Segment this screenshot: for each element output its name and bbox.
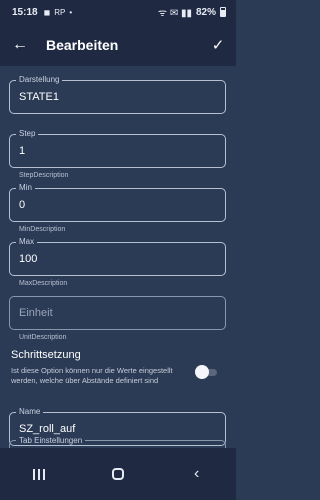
step-helper: StepDescription — [19, 172, 69, 179]
max-field[interactable]: Max 100 — [9, 237, 226, 276]
tab-settings-label: Tab Einstellungen — [16, 436, 86, 445]
notification-icon-1: ◼ — [43, 7, 51, 17]
form-content: Darstellung STATE1 Step 1 StepDescriptio… — [0, 66, 236, 448]
name-value[interactable]: SZ_roll_auf — [19, 423, 214, 435]
schrittsetzung-toggle[interactable] — [195, 365, 217, 379]
home-icon — [111, 468, 124, 480]
notification-icon-3: • — [69, 7, 73, 17]
einheit-field[interactable]: Einheit — [9, 296, 226, 330]
min-field[interactable]: Min 0 — [9, 183, 226, 222]
einheit-placeholder[interactable]: Einheit — [19, 307, 214, 319]
min-value[interactable]: 0 — [19, 199, 214, 211]
darstellung-value[interactable]: STATE1 — [19, 91, 214, 103]
page-title: Bearbeiten — [46, 37, 119, 53]
app-bar: ← Bearbeiten ✓ — [0, 24, 236, 66]
recent-apps-icon — [33, 468, 46, 480]
step-label: Step — [16, 129, 39, 138]
notification-icon-2: RP — [54, 7, 66, 17]
step-field[interactable]: Step 1 — [9, 129, 226, 168]
max-value[interactable]: 100 — [19, 253, 214, 265]
darstellung-label: Darstellung — [16, 75, 63, 84]
einheit-helper: UnitDescription — [19, 334, 67, 341]
tab-settings-field[interactable]: Tab Einstellungen — [9, 436, 226, 448]
darstellung-field[interactable]: Darstellung STATE1 — [9, 75, 226, 114]
system-nav-bar: ‹ — [0, 448, 236, 500]
battery-percent: 82% — [195, 6, 216, 18]
min-label: Min — [16, 183, 35, 192]
confirm-check-icon[interactable]: ✓ — [200, 36, 236, 54]
notification-icons: ◼ RP • — [44, 8, 73, 17]
status-time: 15:18 — [12, 6, 38, 18]
system-back-button[interactable]: ‹ — [177, 459, 217, 489]
toggle-thumb — [195, 365, 209, 379]
status-bar: 15:18 ◼ RP • ᯤ ✉ ▮▮ 82% — [0, 0, 236, 24]
max-label: Max — [16, 237, 38, 246]
schrittsetzung-description: Ist diese Option können nur die Werte ei… — [11, 366, 173, 385]
step-value[interactable]: 1 — [19, 145, 214, 157]
recent-apps-button[interactable] — [19, 459, 59, 489]
max-helper: MaxDescription — [19, 280, 68, 287]
system-icons: ᯤ ✉ ▮▮ 82% — [158, 5, 226, 19]
home-button[interactable] — [98, 459, 138, 489]
min-helper: MinDescription — [19, 226, 66, 233]
signal-icon: ᯤ ✉ ▮▮ — [157, 8, 192, 19]
chevron-left-icon: ‹ — [193, 465, 200, 482]
name-label: Name — [16, 407, 44, 416]
battery-icon — [220, 7, 226, 17]
schrittsetzung-title: Schrittsetzung — [11, 349, 81, 361]
back-arrow-icon[interactable]: ← — [2, 36, 38, 54]
